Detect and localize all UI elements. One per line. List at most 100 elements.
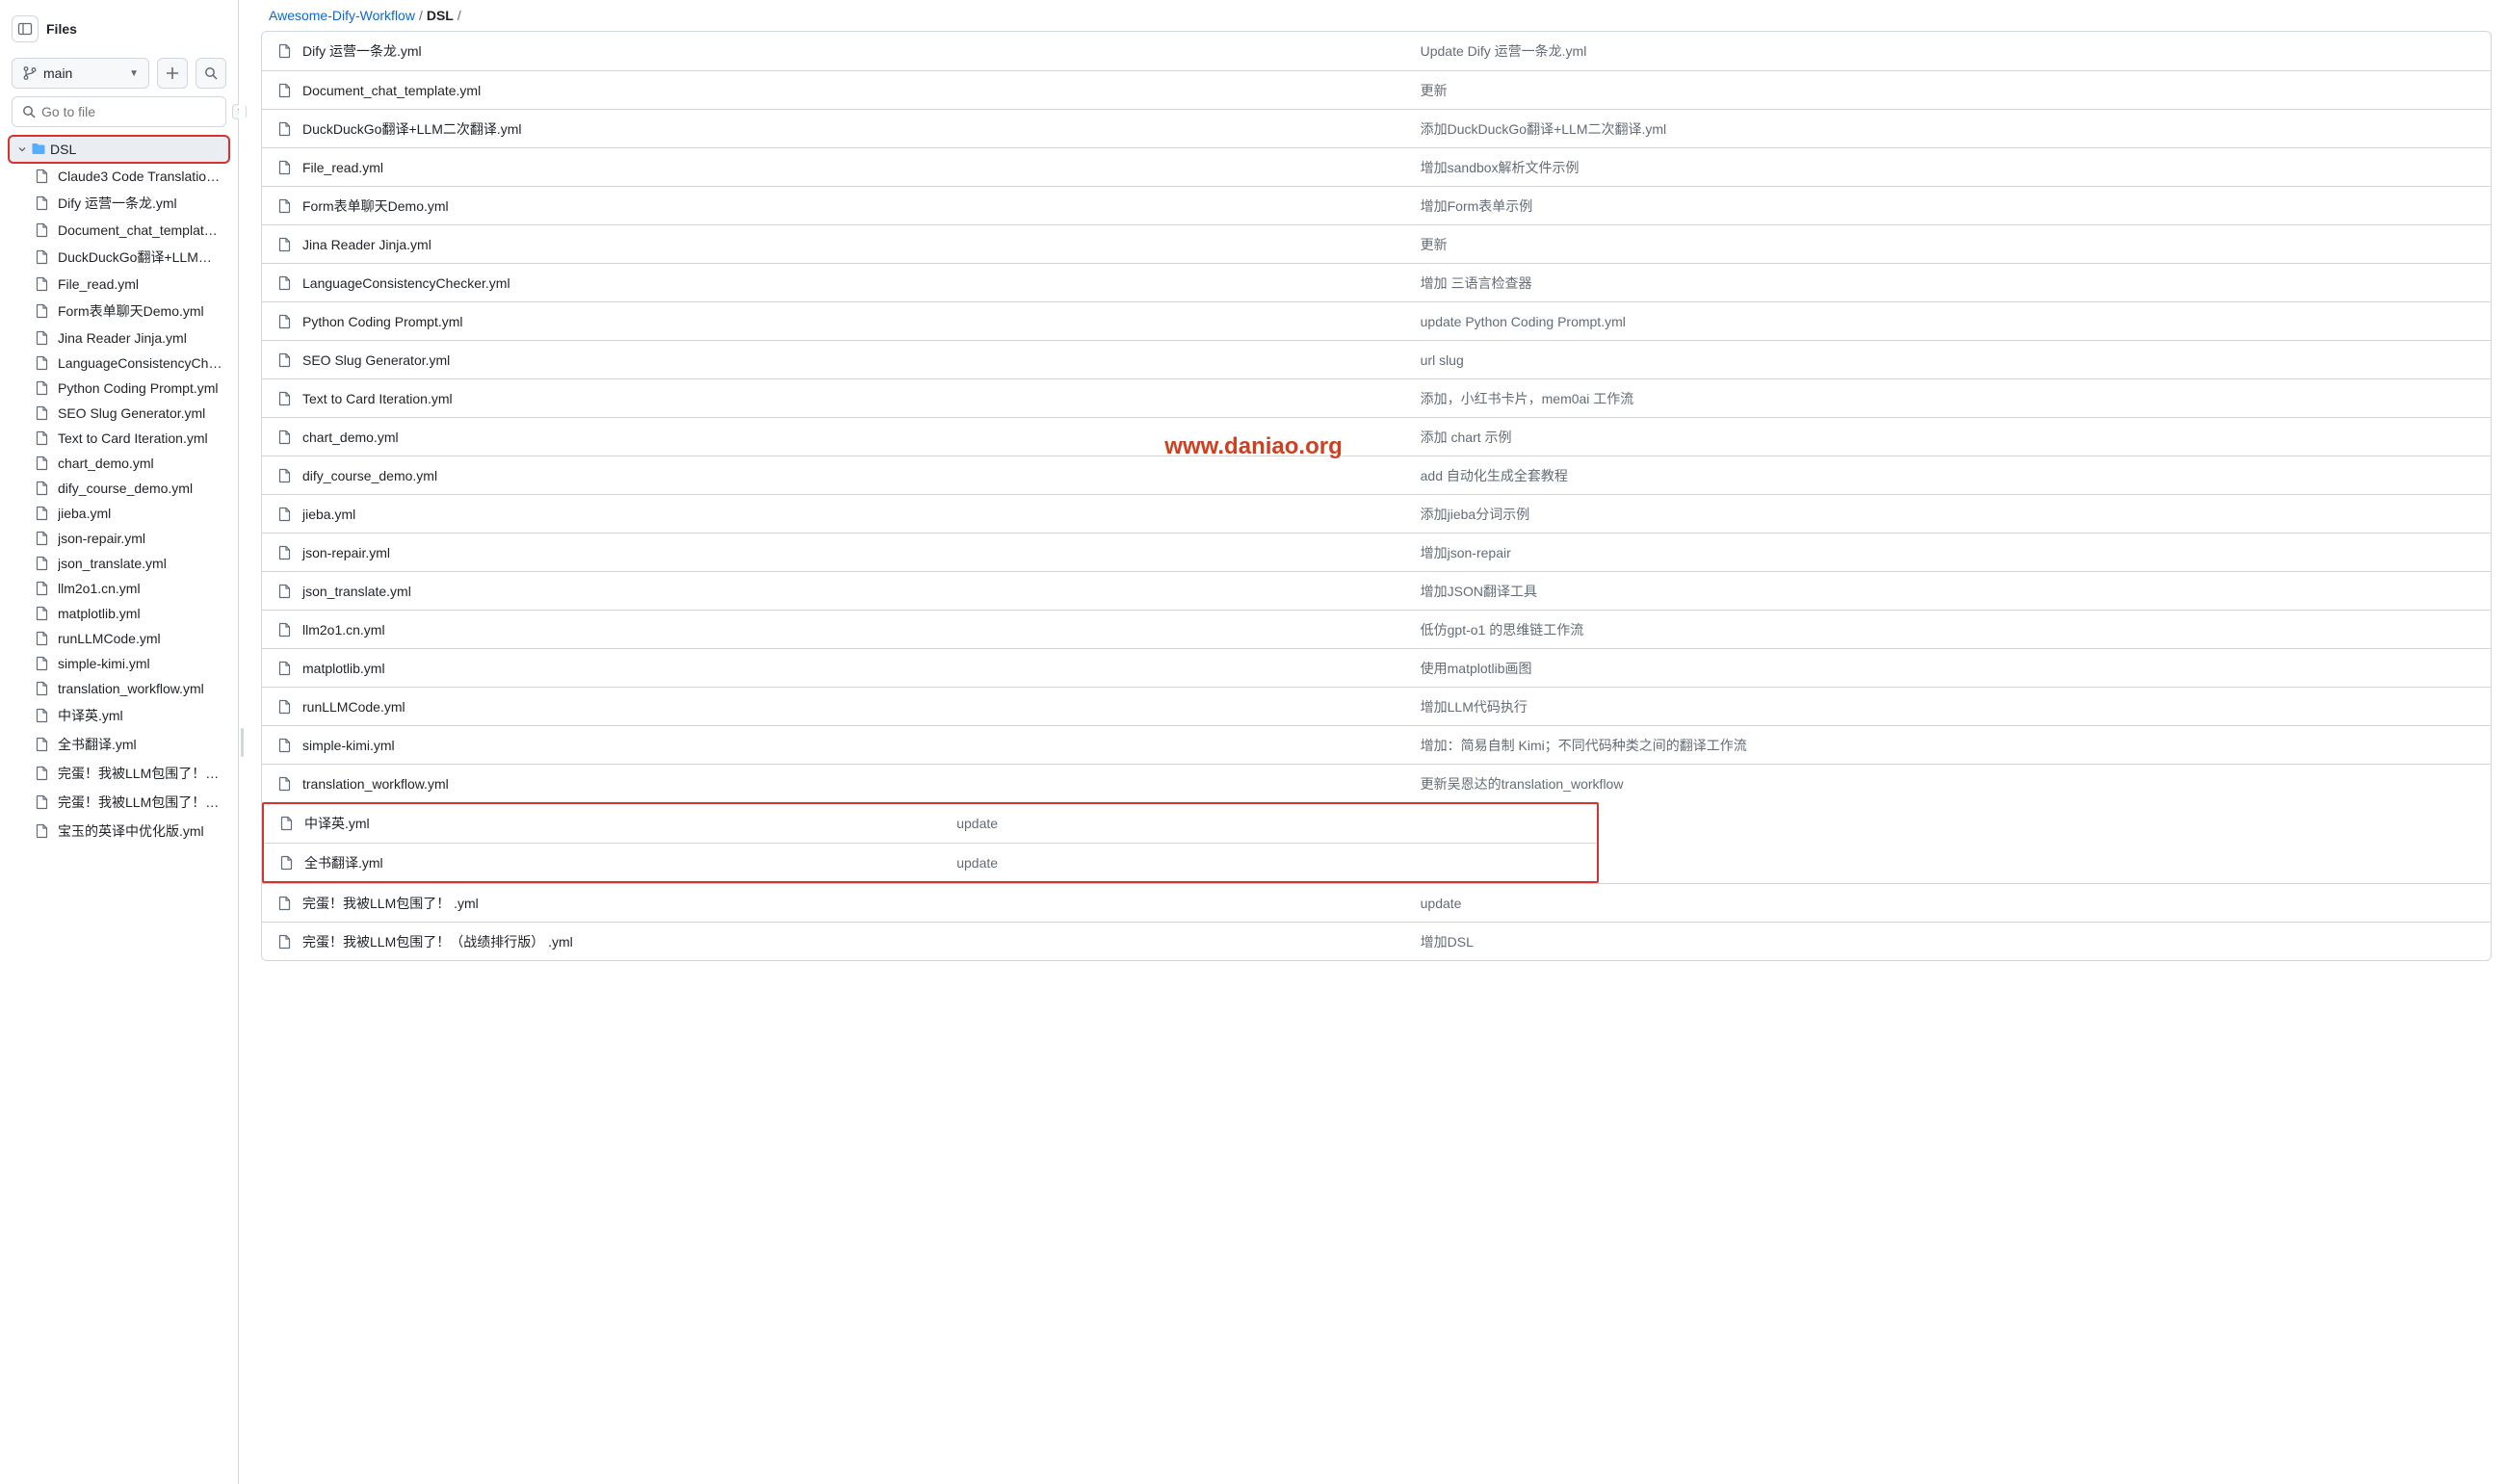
commit-message[interactable]: 添加，小红书卡片，mem0ai 工作流 (1421, 389, 2475, 408)
file-name-link[interactable]: Form表单聊天Demo.yml (302, 196, 449, 216)
file-row: 完蛋！我被LLM包围了！（战绩排行版） .yml 增加DSL (262, 922, 2491, 960)
commit-message[interactable]: update (956, 816, 1581, 831)
file-name-link[interactable]: SEO Slug Generator.yml (302, 352, 450, 368)
file-name-link[interactable]: simple-kimi.yml (302, 738, 395, 753)
file-name-link[interactable]: Dify 运营一条龙.yml (302, 41, 422, 61)
tree-folder-dsl[interactable]: DSL (8, 135, 230, 164)
commit-message[interactable]: 添加jieba分词示例 (1421, 505, 2475, 524)
tree-file[interactable]: 全书翻译.yml (8, 730, 230, 759)
file-icon (277, 314, 293, 329)
tree-file[interactable]: runLLMCode.yml (8, 626, 230, 651)
commit-message[interactable]: 低仿gpt-o1 的思维链工作流 (1421, 620, 2475, 639)
tree-file[interactable]: dify_course_demo.yml (8, 476, 230, 501)
commit-message[interactable]: 使用matplotlib画图 (1421, 659, 2475, 678)
file-name-link[interactable]: runLLMCode.yml (302, 699, 405, 715)
file-icon (277, 275, 293, 291)
file-icon (35, 405, 50, 421)
file-icon (35, 355, 50, 371)
commit-message[interactable]: update Python Coding Prompt.yml (1421, 314, 2475, 329)
file-icon (35, 531, 50, 546)
commit-message[interactable]: update (956, 855, 1581, 871)
file-name-link[interactable]: llm2o1.cn.yml (302, 622, 385, 638)
commit-message[interactable]: 增加sandbox解析文件示例 (1421, 158, 2475, 177)
file-name-link[interactable]: Jina Reader Jinja.yml (302, 237, 431, 252)
tree-file[interactable]: Claude3 Code Translation.yml (8, 164, 230, 189)
branch-name: main (43, 65, 123, 81)
tree-file[interactable]: json-repair.yml (8, 526, 230, 551)
commit-message[interactable]: 更新 (1421, 81, 2475, 100)
commit-message[interactable]: add 自动化生成全套教程 (1421, 466, 2475, 485)
commit-message[interactable]: 增加DSL (1421, 932, 2475, 951)
commit-message[interactable]: 增加JSON翻译工具 (1421, 582, 2475, 601)
commit-message[interactable]: 增加json-repair (1421, 543, 2475, 562)
tree-file[interactable]: 完蛋！我被LLM包围了！（战绩... (8, 788, 230, 817)
commit-message[interactable]: 更新 (1421, 235, 2475, 254)
commit-message[interactable]: 增加：简易自制 Kimi；不同代码种类之间的翻译工作流 (1421, 736, 2475, 755)
file-name-link[interactable]: File_read.yml (302, 160, 383, 175)
commit-message[interactable]: 增加 三语言检查器 (1421, 273, 2475, 293)
branch-icon (22, 65, 38, 81)
commit-message[interactable]: 添加 chart 示例 (1421, 428, 2475, 447)
file-name-link[interactable]: matplotlib.yml (302, 661, 385, 676)
tree-file[interactable]: Python Coding Prompt.yml (8, 376, 230, 401)
file-name-link[interactable]: jieba.yml (302, 507, 355, 522)
file-name-link[interactable]: translation_workflow.yml (302, 776, 449, 792)
file-name-link[interactable]: DuckDuckGo翻译+LLM二次翻译.yml (302, 119, 522, 139)
tree-file[interactable]: DuckDuckGo翻译+LLM二次翻... (8, 243, 230, 272)
commit-message[interactable]: 增加LLM代码执行 (1421, 697, 2475, 716)
tree-file-label: Dify 运营一条龙.yml (58, 194, 177, 213)
tree-file[interactable]: llm2o1.cn.yml (8, 576, 230, 601)
tree-file[interactable]: 中译英.yml (8, 701, 230, 730)
commit-message[interactable]: 增加Form表单示例 (1421, 196, 2475, 216)
tree-file[interactable]: LanguageConsistencyChecker.y... (8, 351, 230, 376)
file-name-link[interactable]: json-repair.yml (302, 545, 390, 560)
commit-message[interactable]: url slug (1421, 352, 2475, 368)
commit-message[interactable]: 添加DuckDuckGo翻译+LLM二次翻译.yml (1421, 119, 2475, 139)
tree-file[interactable]: matplotlib.yml (8, 601, 230, 626)
commit-message[interactable]: 更新吴恩达的translation_workflow (1421, 774, 2475, 794)
file-name-link[interactable]: Python Coding Prompt.yml (302, 314, 463, 329)
search-button[interactable] (196, 58, 226, 89)
tree-file[interactable]: translation_workflow.yml (8, 676, 230, 701)
file-icon (35, 794, 50, 810)
tree-file[interactable]: Jina Reader Jinja.yml (8, 325, 230, 351)
commit-message[interactable]: Update Dify 运营一条龙.yml (1421, 41, 2475, 61)
tree-file[interactable]: SEO Slug Generator.yml (8, 401, 230, 426)
search-wrap[interactable] (12, 96, 226, 127)
breadcrumb-repo[interactable]: Awesome-Dify-Workflow (269, 8, 415, 23)
tree-file[interactable]: Document_chat_template.yml (8, 218, 230, 243)
file-icon (35, 169, 50, 184)
file-name-link[interactable]: chart_demo.yml (302, 430, 399, 445)
commit-message[interactable]: update (1421, 896, 2475, 911)
file-row: dify_course_demo.yml add 自动化生成全套教程 (262, 456, 2491, 494)
tree-file[interactable]: 完蛋！我被LLM包围了！ .yml (8, 759, 230, 788)
file-name-link[interactable]: LanguageConsistencyChecker.yml (302, 275, 510, 291)
file-icon (277, 430, 293, 445)
file-name-link[interactable]: 全书翻译.yml (304, 853, 383, 872)
file-name-link[interactable]: 完蛋！我被LLM包围了！（战绩排行版） .yml (302, 932, 573, 951)
tree-file[interactable]: json_translate.yml (8, 551, 230, 576)
tree-file[interactable]: Form表单聊天Demo.yml (8, 297, 230, 325)
search-input[interactable] (41, 104, 216, 119)
tree-file[interactable]: File_read.yml (8, 272, 230, 297)
branch-select[interactable]: main ▼ (12, 58, 149, 89)
plus-icon (166, 66, 179, 80)
file-name-link[interactable]: dify_course_demo.yml (302, 468, 437, 483)
file-icon (35, 330, 50, 346)
tree-file[interactable]: simple-kimi.yml (8, 651, 230, 676)
tree-file[interactable]: jieba.yml (8, 501, 230, 526)
file-name-link[interactable]: json_translate.yml (302, 584, 411, 599)
tree-file[interactable]: Text to Card Iteration.yml (8, 426, 230, 451)
file-row: llm2o1.cn.yml 低仿gpt-o1 的思维链工作流 (262, 610, 2491, 648)
add-button[interactable] (157, 58, 188, 89)
resize-handle[interactable] (239, 0, 246, 1484)
tree-file[interactable]: 宝玉的英译中优化版.yml (8, 817, 230, 846)
file-name-link[interactable]: 中译英.yml (304, 814, 370, 833)
file-name-link[interactable]: Text to Card Iteration.yml (302, 391, 453, 406)
panel-toggle-button[interactable] (12, 15, 39, 42)
tree-file[interactable]: chart_demo.yml (8, 451, 230, 476)
file-name-link[interactable]: 完蛋！我被LLM包围了！ .yml (302, 894, 479, 913)
tree-file[interactable]: Dify 运营一条龙.yml (8, 189, 230, 218)
file-name-link[interactable]: Document_chat_template.yml (302, 83, 481, 98)
file-row: translation_workflow.yml 更新吴恩达的translatio… (262, 764, 2491, 802)
